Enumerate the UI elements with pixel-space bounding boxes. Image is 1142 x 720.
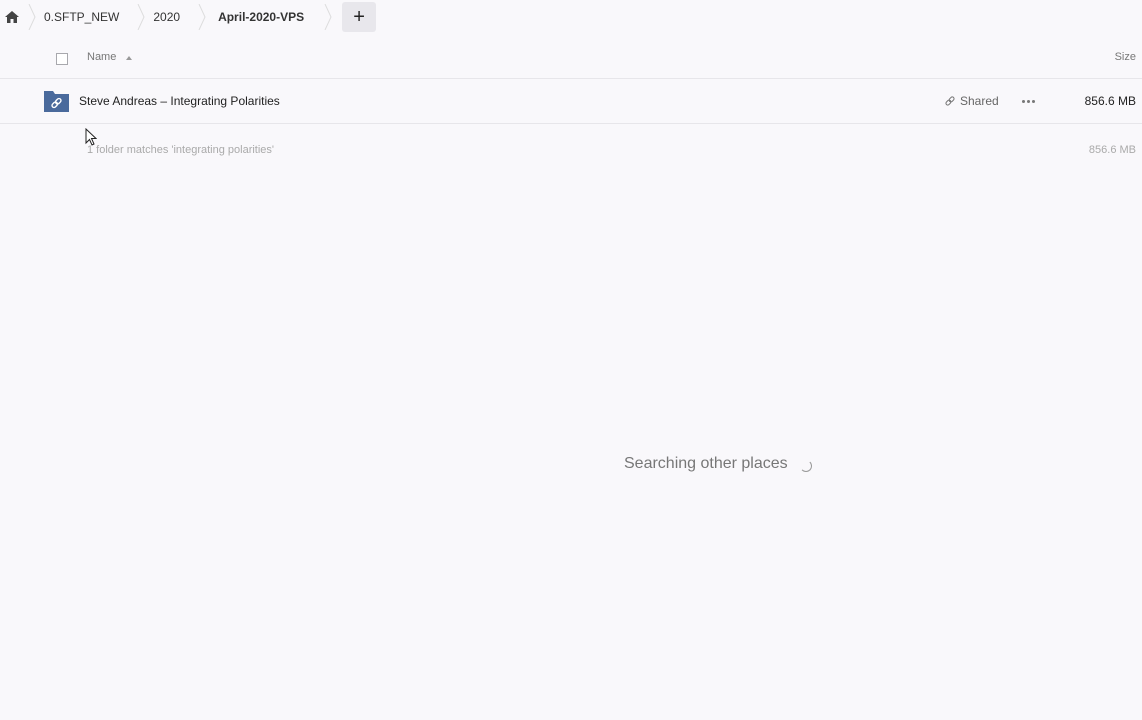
more-options-icon[interactable]	[1022, 100, 1035, 103]
shared-button[interactable]: Shared	[944, 94, 999, 108]
breadcrumb-item-2020[interactable]: 2020	[149, 0, 194, 34]
column-header-name[interactable]: Name	[87, 51, 116, 63]
searching-text: Searching other places	[624, 455, 788, 472]
link-icon	[945, 96, 955, 106]
chevron-right-icon	[133, 0, 149, 34]
breadcrumb-label: April-2020-VPS	[218, 10, 305, 24]
plus-icon: +	[353, 5, 365, 28]
breadcrumb: 0.SFTP_NEW 2020 April-2020-VPS +	[0, 0, 377, 34]
chevron-right-icon	[24, 0, 40, 34]
breadcrumb-item-sftp-new[interactable]: 0.SFTP_NEW	[40, 0, 133, 34]
file-name-link[interactable]: Steve Andreas – Integrating Polarities	[79, 94, 280, 108]
summary-text: 1 folder matches 'integrating polarities…	[87, 144, 275, 156]
add-new-button[interactable]: +	[342, 2, 377, 32]
breadcrumb-item-current[interactable]: April-2020-VPS	[210, 0, 320, 34]
chevron-right-icon	[320, 0, 336, 34]
sort-ascending-icon	[126, 56, 132, 60]
files-app: 0.SFTP_NEW 2020 April-2020-VPS + Name Si…	[0, 0, 1142, 720]
table-header: Name Size	[0, 40, 1142, 79]
searching-status: Searching other places	[624, 455, 812, 473]
search-summary: 1 folder matches 'integrating polarities…	[0, 140, 1142, 162]
column-header-size[interactable]: Size	[1115, 51, 1136, 63]
summary-size: 856.6 MB	[1088, 144, 1136, 156]
breadcrumb-label: 0.SFTP_NEW	[44, 10, 120, 24]
loading-spinner-icon	[799, 460, 812, 472]
mouse-cursor-icon	[85, 128, 97, 146]
home-button[interactable]	[0, 0, 24, 34]
table-row[interactable]: Steve Andreas – Integrating Polarities S…	[0, 79, 1142, 124]
file-size: 856.6 MB	[1084, 94, 1136, 108]
shared-label: Shared	[960, 94, 999, 108]
chevron-right-icon	[194, 0, 210, 34]
home-icon	[5, 11, 19, 23]
shared-folder-icon	[44, 91, 69, 112]
select-all-checkbox[interactable]	[56, 53, 68, 65]
breadcrumb-label: 2020	[153, 10, 181, 24]
